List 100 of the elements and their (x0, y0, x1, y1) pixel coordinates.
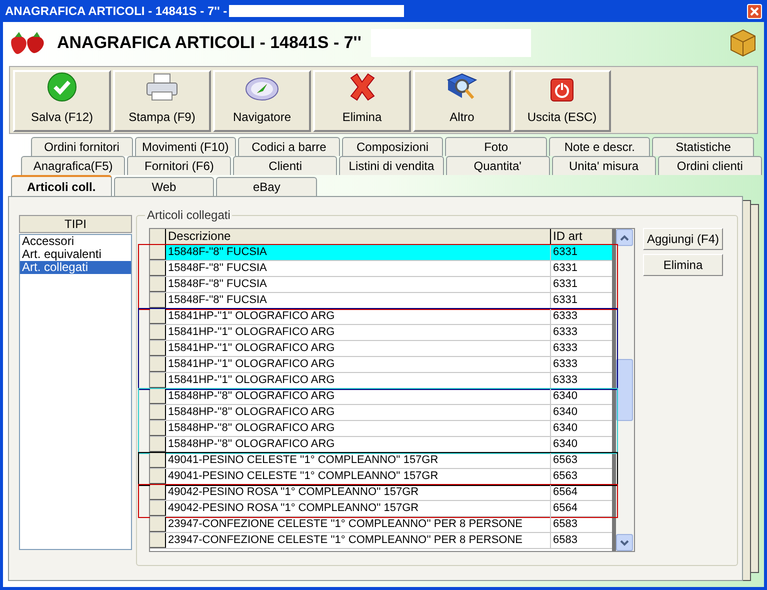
selector-header (150, 229, 166, 244)
row-selector[interactable] (150, 405, 166, 420)
row-selector[interactable] (150, 469, 166, 484)
row-selector[interactable] (150, 421, 166, 436)
table-cell-text: 6340 (552, 405, 578, 420)
column-header: ID art (551, 229, 612, 244)
table-cell: 15841HP-''1'' OLOGRAFICO ARG (166, 357, 551, 372)
row-selector[interactable] (150, 357, 166, 372)
table-cell: 49042-PESINO ROSA ''1° COMPLEANNO'' 157GR (166, 485, 551, 500)
table-cell: 15848HP-''8'' OLOGRAFICO ARG (166, 421, 551, 436)
toolbar-button[interactable]: Salva (F12) (13, 70, 111, 132)
table-cell: 49041-PESINO CELESTE ''1° COMPLEANNO'' 157GR (166, 469, 551, 484)
tab[interactable]: Codici a barre (238, 137, 340, 156)
table-cell: 15848F-''8'' FUCSIA (166, 245, 551, 260)
table-cell-text: 6340 (552, 389, 578, 404)
table-cell: 49042-PESINO ROSA ''1° COMPLEANNO'' 157GR (166, 501, 551, 516)
close-icon (750, 6, 759, 16)
table-cell: 15841HP-''1'' OLOGRAFICO ARG (166, 341, 551, 356)
tab[interactable]: Web (114, 177, 214, 196)
list-item[interactable]: Accessori (20, 235, 131, 248)
tab[interactable]: eBay (216, 177, 318, 196)
table-cell: 23947-CONFEZIONE CELESTE ''1° COMPLEANNO'' PER 8 PERSONE (166, 533, 551, 548)
tab[interactable]: Note e descr. (548, 137, 650, 156)
row-selector[interactable] (150, 373, 166, 388)
row-selector[interactable] (150, 453, 166, 468)
table-cell-text: 6563 (552, 469, 578, 484)
table-cell: 15841HP-''1'' OLOGRAFICO ARG (166, 309, 551, 324)
tab[interactable]: Fornitori (F6) (127, 156, 232, 175)
table-cell: 15841HP-''1'' OLOGRAFICO ARG (166, 325, 551, 340)
printer-icon (145, 72, 179, 102)
tab[interactable]: Articoli coll. (11, 175, 112, 196)
row-selector[interactable] (150, 277, 166, 292)
tab[interactable]: Composizioni (342, 137, 444, 156)
scroll-thumb[interactable] (616, 359, 633, 421)
column-header: Descrizione (166, 229, 551, 244)
table-cell-text: 6564 (552, 485, 578, 500)
toolbar-button[interactable]: Altro (413, 70, 511, 132)
row-selector[interactable] (150, 245, 166, 260)
row-selector[interactable] (150, 501, 166, 516)
checkmark-icon (47, 72, 77, 102)
tab[interactable]: Quantita' (446, 156, 550, 175)
tab[interactable]: Movimenti (F10) (134, 137, 236, 156)
row-selector[interactable] (150, 437, 166, 452)
table-cell: 6331 (551, 245, 612, 260)
toolbar-button[interactable]: Elimina (313, 70, 411, 132)
row-selector[interactable] (150, 533, 166, 548)
window-title: ANAGRAFICA ARTICOLI - 14841S - 7'' - (5, 3, 228, 20)
table-cell-text: 6563 (552, 453, 578, 468)
table-cell-text: 6340 (552, 437, 578, 452)
action-button[interactable]: Aggiungi (F4) (643, 228, 723, 250)
tab[interactable]: Listini di vendita (339, 156, 444, 175)
scrollbar[interactable] (616, 229, 634, 551)
table-cell: 49041-PESINO CELESTE ''1° COMPLEANNO'' 157GR (166, 453, 551, 468)
table-cell-text: 6564 (552, 501, 578, 516)
tab[interactable]: Anagrafica(F5) (21, 156, 126, 175)
table-cell-text: 6333 (552, 357, 578, 372)
cube-icon (728, 28, 758, 58)
row-selector[interactable] (150, 485, 166, 500)
tab[interactable]: Ordini fornitori (31, 137, 133, 156)
table-cell-text: 6583 (552, 533, 578, 548)
row-selector[interactable] (150, 341, 166, 356)
scroll-down-icon (620, 540, 629, 546)
row-selector[interactable] (150, 389, 166, 404)
row-selector[interactable] (150, 261, 166, 276)
table-cell-text: 6331 (552, 261, 578, 276)
tab[interactable]: Unita' misura (552, 156, 656, 175)
table-cell: 15848F-''8'' FUCSIA (166, 261, 551, 276)
row-selector[interactable] (150, 517, 166, 532)
table-cell-text: 6333 (552, 325, 578, 340)
list-item[interactable]: Art. equivalenti (20, 248, 131, 261)
toolbar-button[interactable]: Stampa (F9) (113, 70, 211, 132)
tab[interactable]: Ordini clienti (658, 156, 762, 175)
tab[interactable]: Clienti (233, 156, 338, 175)
row-selector[interactable] (150, 309, 166, 324)
table-cell-text: 6333 (552, 309, 578, 324)
table-cell-text: 6333 (552, 373, 578, 388)
compass-icon (245, 76, 279, 102)
table-cell: 15848HP-''8'' OLOGRAFICO ARG (166, 405, 551, 420)
header-title: ANAGRAFICA ARTICOLI - 14841S - 7'' (57, 32, 362, 54)
table-cell: 15848HP-''8'' OLOGRAFICO ARG (166, 389, 551, 404)
tab[interactable]: Foto (445, 137, 547, 156)
toolbar-button[interactable]: Navigatore (213, 70, 311, 132)
table-cell: 15848HP-''8'' OLOGRAFICO ARG (166, 437, 551, 452)
row-selector[interactable] (150, 293, 166, 308)
table-cell-text: 6331 (552, 293, 578, 308)
tab[interactable]: Statistiche (652, 137, 754, 156)
table-cell: 15841HP-''1'' OLOGRAFICO ARG (166, 373, 551, 388)
table-cell-text: 6340 (552, 421, 578, 436)
group-legend: Articoli collegati (145, 208, 232, 222)
row-selector[interactable] (150, 325, 166, 340)
list-header: TIPI (19, 215, 132, 233)
table-cell-text: 6583 (552, 517, 578, 532)
toolbar-button[interactable]: Uscita (ESC) (513, 70, 611, 132)
scroll-up-icon (620, 234, 629, 240)
list-item[interactable]: Art. collegati (20, 261, 131, 274)
action-button[interactable]: Elimina (643, 254, 723, 276)
table-cell-text: 6333 (552, 341, 578, 356)
power-icon (550, 78, 574, 102)
close-button[interactable] (747, 4, 762, 18)
table-cell-text: 6331 (552, 277, 578, 292)
